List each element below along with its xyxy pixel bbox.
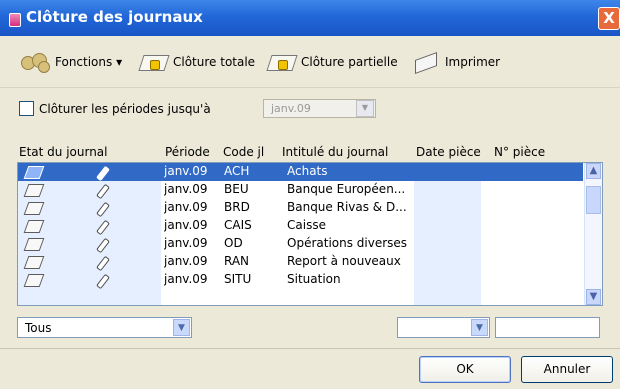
period-cell: janv.09 [164, 254, 208, 268]
journal-title-cell: Situation [287, 272, 341, 286]
code-cell: SITU [224, 272, 252, 286]
pencil-icon [96, 165, 110, 182]
journal-title-cell: Caisse [287, 218, 326, 232]
journal-icon [23, 202, 45, 215]
period-cell: janv.09 [164, 200, 208, 214]
closing-journals-window: Clôture des journaux X Fonctions ▾ Clôtu… [0, 0, 620, 389]
period-cell: janv.09 [164, 182, 208, 196]
scroll-down-button[interactable]: ▼ [586, 289, 601, 305]
table-row[interactable]: janv.09 BEU Banque Européen... [18, 181, 583, 200]
toolbar: Fonctions ▾ Clôture totale Clôture parti… [0, 37, 620, 88]
period-cell: janv.09 [164, 272, 208, 286]
pencil-icon [96, 201, 110, 218]
functions-label: Fonctions ▾ [55, 55, 123, 69]
period-select-value: janv.09 [271, 102, 311, 115]
pencil-icon [96, 273, 110, 290]
journal-icon [23, 274, 45, 287]
journal-icon [23, 238, 45, 251]
code-cell: RAN [224, 254, 250, 268]
close-button[interactable]: X [598, 7, 620, 30]
vertical-scrollbar[interactable]: ▲ ▼ [584, 163, 602, 305]
partial-closure-button[interactable]: Clôture partielle [266, 51, 398, 73]
scroll-thumb[interactable] [586, 186, 601, 214]
journal-title-cell: Banque Européen... [287, 182, 406, 196]
scroll-up-button[interactable]: ▲ [586, 163, 601, 179]
total-closure-label: Clôture totale [173, 55, 256, 69]
table-row[interactable]: janv.09 SITU Situation [18, 271, 583, 290]
journal-icon [23, 184, 45, 197]
journal-rows: janv.09 ACH Achats janv.09 BEU Banque Eu… [18, 163, 583, 290]
state-filter-select[interactable]: Tous ▼ [17, 317, 192, 338]
pencil-icon [96, 183, 110, 200]
gear-icon [20, 51, 50, 73]
close-periods-option[interactable]: Clôturer les périodes jusqu'à [19, 101, 211, 116]
journal-title-cell: Report à nouveaux [287, 254, 401, 268]
button-separator [0, 348, 620, 349]
table-header: Etat du journal Période Code jl Intitulé… [19, 144, 599, 162]
partial-closure-label: Clôture partielle [301, 55, 398, 69]
journal-window-icon [9, 13, 21, 27]
code-cell: ACH [224, 164, 250, 178]
functions-menu-button[interactable]: Fonctions ▾ [20, 51, 122, 73]
table-row[interactable]: janv.09 CAIS Caisse [18, 217, 583, 236]
closure-book-icon [138, 51, 170, 73]
column-state[interactable]: Etat du journal [19, 145, 108, 159]
title-bar: Clôture des journaux X [0, 0, 620, 36]
chevron-down-icon: ▼ [471, 319, 488, 336]
column-document-number[interactable]: N° pièce [494, 145, 545, 159]
state-filter-value: Tous [25, 320, 52, 335]
column-title[interactable]: Intitulé du journal [282, 145, 388, 159]
column-document-date[interactable]: Date pièce [416, 145, 481, 159]
period-cell: janv.09 [164, 164, 208, 178]
ok-button[interactable]: OK [419, 356, 511, 383]
journal-icon [23, 220, 45, 233]
journal-title-cell: Opérations diverses [287, 236, 408, 250]
chevron-down-icon: ▼ [173, 319, 190, 336]
chevron-down-icon: ▼ [356, 100, 374, 117]
journals-table[interactable]: janv.09 ACH Achats janv.09 BEU Banque Eu… [17, 162, 603, 306]
pencil-icon [96, 237, 110, 254]
partial-closure-book-icon [266, 51, 298, 73]
journal-icon [23, 166, 45, 179]
table-row[interactable]: janv.09 ACH Achats [18, 163, 583, 182]
journal-title-cell: Banque Rivas & D... [287, 200, 407, 214]
cancel-button[interactable]: Annuler [521, 356, 613, 383]
pencil-icon [96, 219, 110, 236]
close-periods-checkbox[interactable] [19, 101, 34, 116]
date-filter-select[interactable]: ▼ [397, 317, 490, 338]
pencil-icon [96, 255, 110, 272]
journal-title-cell: Achats [287, 164, 328, 178]
period-cell: janv.09 [164, 236, 208, 250]
print-icon [410, 51, 440, 75]
code-cell: OD [224, 236, 243, 250]
period-select: janv.09 ▼ [263, 99, 376, 118]
total-closure-button[interactable]: Clôture totale [138, 51, 255, 73]
code-cell: CAIS [224, 218, 252, 232]
table-row[interactable]: janv.09 RAN Report à nouveaux [18, 253, 583, 272]
print-label: Imprimer [445, 55, 501, 69]
journal-icon [23, 256, 45, 269]
period-cell: janv.09 [164, 218, 208, 232]
table-row[interactable]: janv.09 BRD Banque Rivas & D... [18, 199, 583, 218]
document-number-filter-input[interactable] [495, 317, 600, 338]
column-period[interactable]: Période [165, 145, 210, 159]
column-code[interactable]: Code jl [223, 145, 264, 159]
table-row[interactable]: janv.09 OD Opérations diverses [18, 235, 583, 254]
window-title: Clôture des journaux [26, 8, 203, 26]
close-periods-label: Clôturer les périodes jusqu'à [39, 101, 211, 116]
print-button[interactable]: Imprimer [410, 51, 501, 75]
code-cell: BRD [224, 200, 250, 214]
code-cell: BEU [224, 182, 249, 196]
